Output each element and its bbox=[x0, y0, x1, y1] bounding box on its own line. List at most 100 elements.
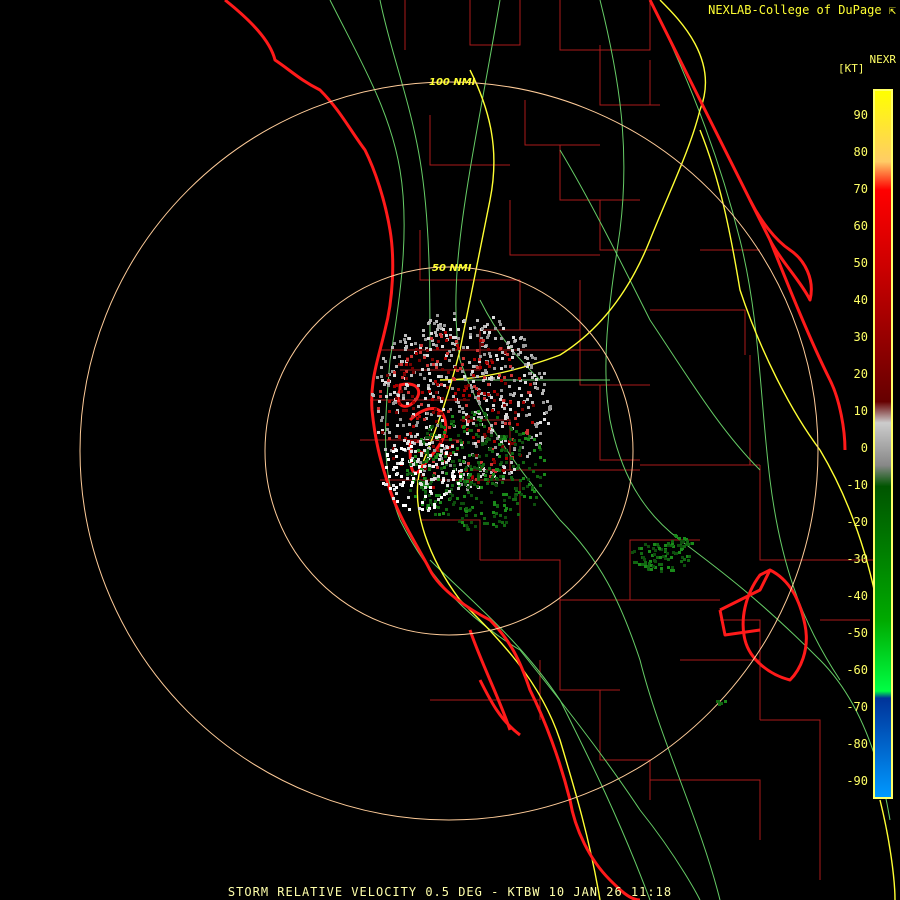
echo-pixel bbox=[460, 502, 463, 505]
echo-pixel bbox=[522, 432, 525, 435]
echo-pixel bbox=[432, 474, 435, 477]
echo-pixel bbox=[647, 545, 650, 548]
echo-pixel bbox=[503, 436, 506, 439]
echo-pixel bbox=[440, 383, 443, 386]
echo-pixel bbox=[469, 465, 472, 468]
echo-pixel bbox=[642, 556, 645, 559]
echo-pixel bbox=[452, 478, 455, 481]
echo-pixel bbox=[414, 495, 417, 498]
echo-pixel bbox=[486, 522, 489, 525]
echo-pixel bbox=[470, 521, 473, 524]
echo-pixel bbox=[533, 503, 536, 506]
echo-pixel bbox=[670, 556, 673, 559]
product-caption: STORM RELATIVE VELOCITY 0.5 DEG - KTBW 1… bbox=[227, 885, 673, 899]
echo-pixel bbox=[493, 367, 496, 370]
echo-pixel bbox=[530, 366, 533, 369]
echo-pixel bbox=[469, 327, 472, 330]
echo-pixel bbox=[443, 466, 446, 469]
echo-pixel bbox=[401, 458, 404, 461]
echo-pixel bbox=[490, 431, 493, 434]
echo-pixel bbox=[456, 369, 459, 372]
echo-pixel bbox=[465, 507, 468, 510]
echo-pixel bbox=[465, 514, 468, 517]
echo-pixel bbox=[436, 347, 439, 350]
echo-pixel bbox=[384, 360, 387, 363]
echo-pixel bbox=[513, 447, 516, 450]
echo-pixel bbox=[674, 534, 677, 537]
echo-pixel bbox=[479, 339, 482, 342]
echo-pixel bbox=[417, 384, 420, 387]
echo-pixel bbox=[510, 476, 513, 479]
echo-pixel bbox=[683, 537, 686, 540]
echo-pixel bbox=[395, 435, 398, 438]
echo-pixel bbox=[686, 540, 689, 543]
echo-pixel bbox=[445, 339, 448, 342]
echo-pixel bbox=[685, 543, 688, 546]
echo-pixel bbox=[678, 537, 681, 540]
echo-pixel bbox=[402, 481, 405, 484]
echo-pixel bbox=[459, 439, 462, 442]
echo-pixel bbox=[424, 486, 427, 489]
echo-pixel bbox=[512, 498, 515, 501]
echo-pixel bbox=[435, 463, 438, 466]
echo-pixel bbox=[667, 558, 670, 561]
echo-pixel bbox=[463, 480, 466, 483]
echo-pixel bbox=[411, 441, 414, 444]
echo-pixel bbox=[491, 361, 494, 364]
echo-pixel bbox=[432, 465, 435, 468]
echo-pixel bbox=[385, 466, 388, 469]
echo-pixel bbox=[420, 403, 423, 406]
echo-pixel bbox=[683, 564, 686, 567]
echo-pixel bbox=[434, 380, 437, 383]
echo-pixel bbox=[493, 460, 496, 463]
echo-pixel bbox=[524, 437, 527, 440]
echo-pixel bbox=[480, 512, 483, 515]
echo-pixel bbox=[499, 347, 502, 350]
colorbar-tick: 0 bbox=[860, 441, 868, 455]
echo-pixel bbox=[510, 442, 513, 445]
echo-pixel bbox=[443, 431, 446, 434]
echo-pixel bbox=[511, 452, 514, 455]
echo-pixel bbox=[466, 432, 469, 435]
echo-pixel bbox=[498, 374, 501, 377]
echo-pixel bbox=[650, 568, 653, 571]
echo-pixel bbox=[458, 405, 461, 408]
echo-pixel bbox=[483, 433, 486, 436]
echo-pixel bbox=[379, 395, 382, 398]
echo-pixel bbox=[434, 331, 437, 334]
echo-pixel bbox=[509, 401, 512, 404]
echo-pixel bbox=[505, 461, 508, 464]
echo-pixel bbox=[423, 477, 426, 480]
echo-pixel bbox=[428, 467, 431, 470]
echo-pixel bbox=[672, 569, 675, 572]
echo-pixel bbox=[415, 463, 418, 466]
echo-pixel bbox=[437, 340, 440, 343]
echo-pixel bbox=[433, 506, 436, 509]
echo-pixel bbox=[518, 439, 521, 442]
echo-pixel bbox=[484, 478, 487, 481]
echo-pixel bbox=[515, 487, 518, 490]
echo-pixel bbox=[476, 366, 479, 369]
echo-pixel bbox=[439, 363, 442, 366]
echo-pixel bbox=[405, 377, 408, 380]
echo-pixel bbox=[440, 412, 443, 415]
echo-pixel bbox=[473, 483, 476, 486]
echo-pixel bbox=[506, 353, 509, 356]
echo-pixel bbox=[496, 358, 499, 361]
colorbar-tick: 50 bbox=[853, 256, 868, 270]
echo-pixel bbox=[386, 454, 389, 457]
echo-pixel bbox=[402, 397, 405, 400]
echo-pixel bbox=[467, 476, 470, 479]
colorbar-tick: -10 bbox=[846, 478, 868, 492]
echo-pixel bbox=[449, 497, 452, 500]
echo-pixel bbox=[426, 412, 429, 415]
echo-pixel bbox=[452, 377, 455, 380]
echo-pixel bbox=[395, 486, 398, 489]
echo-pixel bbox=[483, 325, 486, 328]
echo-pixel bbox=[445, 508, 448, 511]
echo-pixel bbox=[526, 398, 529, 401]
echo-pixel bbox=[430, 478, 433, 481]
echo-pixel bbox=[423, 418, 426, 421]
echo-pixel bbox=[438, 434, 441, 437]
echo-pixel bbox=[388, 400, 391, 403]
